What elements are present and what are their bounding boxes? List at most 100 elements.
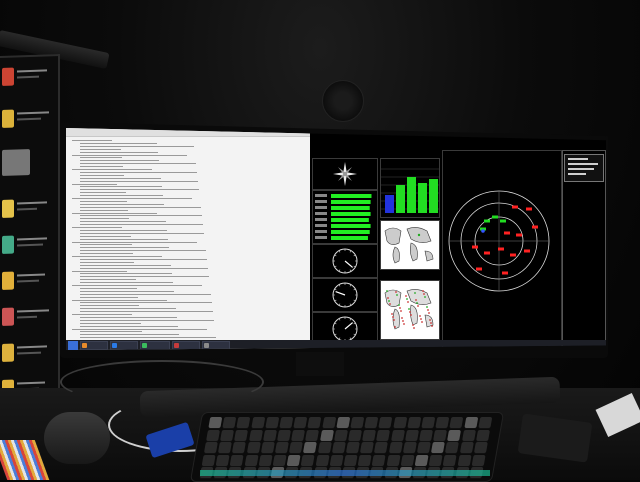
terminal-line (80, 293, 211, 295)
radar-target-red (472, 245, 478, 249)
world-map-top (380, 220, 440, 270)
map-dot (391, 313, 393, 315)
compass-panel (312, 158, 378, 190)
keyboard-key (400, 454, 415, 466)
cylindrical-gadget (44, 412, 110, 464)
keyboard-key (246, 442, 261, 453)
list-item (2, 232, 52, 264)
signal-label (315, 206, 327, 209)
keyboard-key (230, 454, 245, 466)
terminal-window[interactable] (66, 128, 310, 350)
keyboard-key (215, 454, 230, 466)
terminal-line (80, 192, 126, 194)
terminal-line (80, 151, 158, 153)
terminal-line (80, 180, 198, 182)
taskbar-item[interactable] (172, 341, 200, 350)
gauge-needle (335, 291, 346, 296)
radar-target-red (526, 207, 532, 211)
list-item (2, 268, 52, 300)
world-map-graphic (384, 227, 434, 264)
gauge-dial (332, 248, 358, 274)
keyboard-key (392, 417, 407, 428)
terminal-line (80, 148, 121, 150)
keyboard-key (449, 417, 464, 428)
terminal-line (80, 276, 209, 278)
meter-bar (418, 183, 427, 213)
gauge-dial (332, 282, 358, 308)
terminal-line (80, 171, 197, 173)
map-dot (398, 304, 400, 306)
keyboard-key (447, 429, 462, 441)
signal-label (315, 212, 327, 215)
terminal-line (72, 256, 162, 257)
keyboard-key (232, 442, 247, 453)
keyboard-key (431, 442, 446, 453)
map-dot (412, 324, 414, 326)
signal-bar (331, 224, 371, 228)
terminal-line (72, 198, 192, 199)
keyboard-key (360, 442, 375, 453)
keyboard-key (419, 429, 434, 441)
terminal-line (80, 218, 129, 220)
map-dot (386, 290, 388, 292)
terminal-line (80, 261, 134, 263)
taskbar-item[interactable] (110, 341, 138, 350)
terminal-line (80, 264, 171, 266)
terminal-line (80, 290, 174, 292)
terminal-line (72, 328, 207, 330)
radar-scope (442, 150, 562, 350)
terminal-line (80, 206, 201, 208)
terminal-line (72, 270, 127, 272)
keyboard-key (388, 442, 403, 453)
signal-label (315, 194, 327, 197)
terminal-line (80, 319, 214, 321)
windows-start-icon[interactable] (68, 341, 78, 350)
keyboard-key (374, 442, 389, 453)
keyboard-key (206, 429, 221, 441)
keyboard-key (262, 429, 277, 441)
keyboard-key (279, 417, 294, 428)
mini-readout-panel (564, 154, 604, 182)
terminal-line (80, 296, 138, 298)
keyboard-key (457, 454, 472, 466)
keyboard-rgb-glow (200, 470, 490, 476)
signal-bar (331, 236, 368, 240)
terminal-line (80, 253, 133, 255)
keyboard-key (461, 429, 476, 441)
keyboard-key (208, 417, 223, 428)
terminal-line (80, 221, 166, 223)
radar-target-red (510, 253, 516, 257)
terminal-line (80, 322, 141, 324)
keyboard-key (478, 417, 493, 428)
taskbar-item[interactable] (202, 341, 230, 350)
keyboard-key (305, 429, 320, 441)
signal-list-panel (312, 190, 378, 244)
taskbar-item[interactable] (140, 341, 170, 350)
terminal-line (80, 163, 196, 165)
map-dot (392, 316, 394, 318)
meter-bar (429, 179, 438, 213)
keyboard-key (260, 442, 275, 453)
taskbar-item[interactable] (80, 341, 108, 350)
terminal-line (80, 174, 124, 176)
terminal-line (80, 325, 178, 327)
keyboard-key (244, 454, 259, 466)
keyboard-key (218, 442, 233, 453)
terminal-line (72, 285, 202, 286)
signal-bar (331, 212, 371, 216)
keyboard-key (386, 454, 401, 466)
radar-own-position (481, 229, 485, 233)
keyboard-key (317, 442, 332, 453)
radar-target-red (484, 251, 490, 255)
keyboard-key (222, 417, 237, 428)
list-item (2, 304, 52, 336)
keyboard-key (331, 442, 346, 453)
terminal-line (80, 279, 136, 281)
keyboard-key (286, 454, 301, 466)
keyboard-key (345, 442, 360, 453)
signal-bar (331, 230, 370, 234)
terminal-line (80, 282, 173, 284)
keyboard-key (201, 454, 216, 466)
terminal-line (80, 302, 212, 304)
keyboard-key (248, 429, 263, 441)
